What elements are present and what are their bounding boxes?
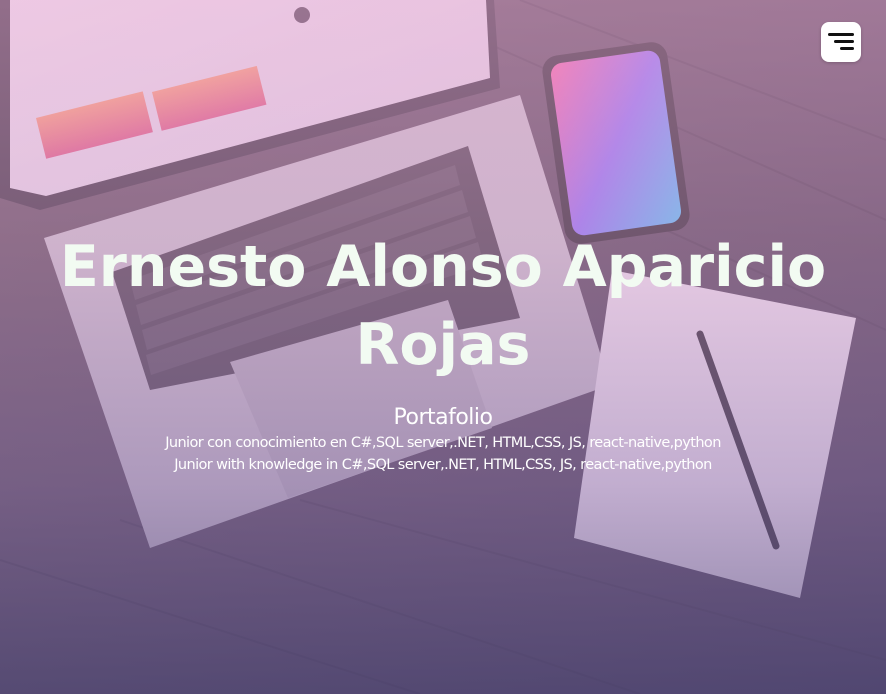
hamburger-menu-icon bbox=[828, 33, 854, 36]
hero-subtitle: Portafolio bbox=[393, 405, 493, 430]
hamburger-menu-icon-bar bbox=[840, 47, 854, 50]
hero-description-es: Junior con conocimiento en C#,SQL server… bbox=[165, 435, 721, 451]
hero-section: Ernesto Alonso Aparicio Rojas Portafolio… bbox=[0, 0, 886, 694]
hamburger-menu-icon-bar bbox=[834, 40, 854, 43]
hero-content: Ernesto Alonso Aparicio Rojas Portafolio… bbox=[0, 228, 886, 476]
menu-button[interactable] bbox=[821, 22, 861, 62]
hero-name: Ernesto Alonso Aparicio Rojas bbox=[59, 234, 827, 378]
hero-description-en: Junior with knowledge in C#,SQL server,.… bbox=[174, 457, 712, 473]
